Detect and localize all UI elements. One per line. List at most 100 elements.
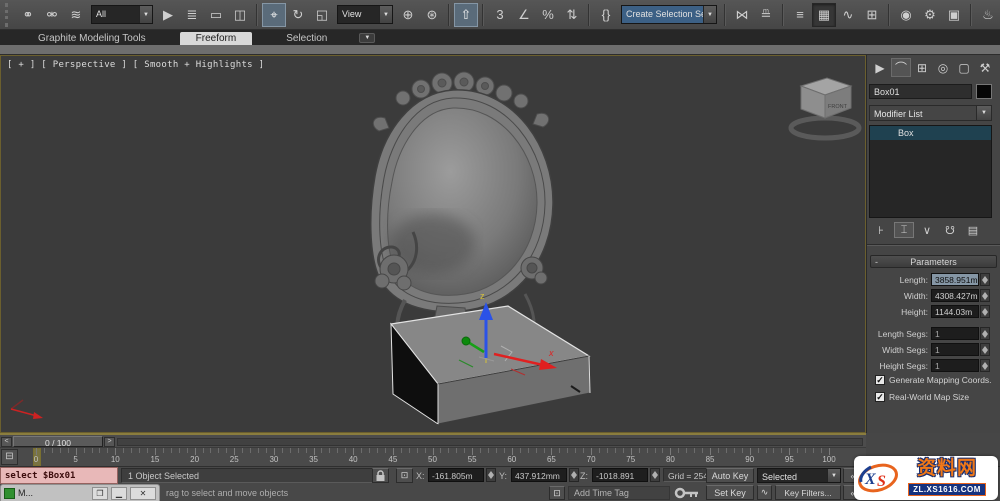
rectangular-selection-button[interactable]: ▭ xyxy=(204,3,228,27)
new-key-default-in-out-tangents[interactable]: ∿ xyxy=(757,485,772,500)
parameter-value-field[interactable]: 4308.427m xyxy=(931,289,979,302)
select-object-button[interactable]: ▶ xyxy=(156,3,180,27)
render-setup-button[interactable]: ⚙ xyxy=(918,3,942,27)
time-tag-icon[interactable]: ⊡ xyxy=(549,486,565,500)
tab-utilities[interactable]: ⚒ xyxy=(975,58,995,77)
align-button[interactable]: ≞ xyxy=(754,3,778,27)
select-and-scale-button[interactable]: ◱ xyxy=(310,3,334,27)
tab-modify[interactable]: ⌒ xyxy=(891,58,911,77)
next-frame-button[interactable]: > xyxy=(104,437,115,447)
spinner-snap-button[interactable]: ⇅ xyxy=(560,3,584,27)
percent-snap-button[interactable]: % xyxy=(536,3,560,27)
parameters-rollout-header[interactable]: - Parameters xyxy=(870,255,997,268)
chevron-down-icon[interactable]: ▼ xyxy=(139,6,152,23)
minimize-window-button[interactable]: ▁ xyxy=(111,487,127,500)
chevron-down-icon[interactable]: ▼ xyxy=(703,6,716,23)
auto-key-button[interactable]: Auto Key xyxy=(706,468,754,483)
set-key-button[interactable]: Set Key xyxy=(706,485,754,500)
edit-named-selection-sets-button[interactable]: {} xyxy=(594,3,618,27)
select-and-link-button[interactable]: ⚭ xyxy=(16,3,40,27)
show-end-result-button[interactable]: ⌶ xyxy=(894,222,914,238)
parameter-spinner[interactable] xyxy=(980,327,990,340)
pin-stack-button[interactable]: ⊦ xyxy=(871,222,891,238)
chevron-down-icon[interactable]: ▼ xyxy=(976,105,992,121)
y-spinner[interactable] xyxy=(569,468,579,482)
previous-frame-button[interactable]: < xyxy=(1,437,12,447)
selection-filter-dropdown[interactable]: All▼ xyxy=(91,5,153,24)
parameter-spinner[interactable] xyxy=(980,343,990,356)
toolbar-drag-handle[interactable] xyxy=(5,3,11,27)
snaps-toggle-button[interactable]: 3 xyxy=(488,3,512,27)
set-keys-button[interactable] xyxy=(673,485,701,500)
parameter-spinner[interactable] xyxy=(980,273,990,286)
parameter-spinner[interactable] xyxy=(980,305,990,318)
close-window-button[interactable]: ✕ xyxy=(130,487,156,500)
parameter-spinner[interactable] xyxy=(980,359,990,372)
spinner-down-icon[interactable] xyxy=(982,296,988,300)
reference-coordinate-dropdown[interactable]: View▼ xyxy=(337,5,393,24)
angle-snap-button[interactable]: ∠ xyxy=(512,3,536,27)
parameter-value-field[interactable]: 1 xyxy=(931,359,979,372)
x-coordinate-field[interactable]: -161.805m xyxy=(428,468,484,482)
spinner-down-icon[interactable] xyxy=(982,366,988,370)
chevron-down-icon[interactable]: ▼ xyxy=(379,6,392,23)
tab-motion[interactable]: ◎ xyxy=(933,58,953,77)
box01-object[interactable] xyxy=(391,306,590,424)
time-slider-handle[interactable]: 0 / 100 xyxy=(13,436,103,447)
minimized-window-titlebar[interactable]: M... ❐ ▁ ✕ xyxy=(0,484,160,501)
parameter-value-field[interactable]: 1 xyxy=(931,327,979,340)
key-selection-dropdown[interactable]: Selected ▼ xyxy=(757,468,841,483)
parameter-spinner[interactable] xyxy=(980,289,990,302)
use-pivot-center-button[interactable]: ⊕ xyxy=(396,3,420,27)
viewport-label[interactable]: [ + ] [ Perspective ] [ Smooth + Highlig… xyxy=(7,60,264,70)
x-spinner[interactable] xyxy=(486,468,496,482)
chevron-down-icon[interactable]: ▼ xyxy=(827,469,840,482)
remove-modifier-button[interactable]: ☋ xyxy=(940,222,960,238)
spinner-down-icon[interactable] xyxy=(982,350,988,354)
spinner-down-icon[interactable] xyxy=(982,280,988,284)
tab-hierarchy[interactable]: ⊞ xyxy=(912,58,932,77)
modifier-stack-item[interactable]: Box xyxy=(870,126,991,140)
z-coordinate-field[interactable]: -1018.891 xyxy=(592,468,648,482)
z-spinner[interactable] xyxy=(650,468,660,482)
window-crossing-button[interactable]: ◫ xyxy=(228,3,252,27)
tab-create[interactable]: ▶ xyxy=(870,58,890,77)
layer-manager-button[interactable]: ≡ xyxy=(788,3,812,27)
graphite-ribbon-toggle-button[interactable]: ▦ xyxy=(812,3,836,27)
modifier-list-dropdown[interactable]: Modifier List ▼ xyxy=(869,105,992,121)
keyboard-override-button[interactable]: ⇧ xyxy=(454,3,478,27)
checkbox[interactable]: ✓ xyxy=(875,392,885,402)
render-production-button[interactable]: ♨ xyxy=(976,3,1000,27)
track-bar[interactable]: ⊟ 05101520253035404550556065707580859095… xyxy=(0,447,866,466)
spinner-down-icon[interactable] xyxy=(982,334,988,338)
checkbox[interactable]: ✓ xyxy=(875,375,885,385)
selection-lock-button[interactable] xyxy=(372,468,389,483)
restore-window-button[interactable]: ❐ xyxy=(92,487,108,500)
material-editor-button[interactable]: ◉ xyxy=(894,3,918,27)
mirror-model[interactable] xyxy=(371,90,553,348)
select-by-name-button[interactable]: ≣ xyxy=(180,3,204,27)
object-name-field[interactable]: Box01 xyxy=(869,84,972,99)
tab-graphite-modeling-tools[interactable]: Graphite Modeling Tools xyxy=(22,32,162,45)
add-time-tag[interactable]: Add Time Tag xyxy=(568,486,670,500)
viewcube[interactable]: FRONT xyxy=(791,78,859,138)
named-selection-sets-dropdown[interactable]: Create Selection Se▼ xyxy=(621,5,717,24)
perspective-viewport[interactable]: x z FRONT [ + ] [ Perspective ] [ Smooth… xyxy=(0,55,866,433)
configure-modifier-sets-button[interactable]: ▤ xyxy=(963,222,983,238)
absolute-offset-toggle[interactable]: ⊡ xyxy=(396,468,413,483)
ribbon-minimize-icon[interactable]: ▼ xyxy=(359,33,375,43)
bind-to-space-warp-button[interactable]: ≋ xyxy=(64,3,88,27)
key-filters-button[interactable]: Key Filters... xyxy=(775,485,841,500)
select-and-manipulate-button[interactable]: ⊛ xyxy=(420,3,444,27)
mini-curve-editor-button[interactable]: ⊟ xyxy=(1,449,18,465)
mirror-button[interactable]: ⋈ xyxy=(730,3,754,27)
parameter-value-field[interactable]: 1144.03m xyxy=(931,305,979,318)
select-and-move-button[interactable]: ⌖ xyxy=(262,3,286,27)
make-unique-button[interactable]: ∨ xyxy=(917,222,937,238)
modifier-stack-list[interactable]: Box xyxy=(869,125,992,218)
select-and-rotate-button[interactable]: ↻ xyxy=(286,3,310,27)
maxscript-mini-listener[interactable]: select $Box01 xyxy=(0,467,118,484)
schematic-view-button[interactable]: ⊞ xyxy=(860,3,884,27)
y-coordinate-field[interactable]: 437.912mm xyxy=(511,468,567,482)
tab-selection[interactable]: Selection xyxy=(270,32,343,45)
